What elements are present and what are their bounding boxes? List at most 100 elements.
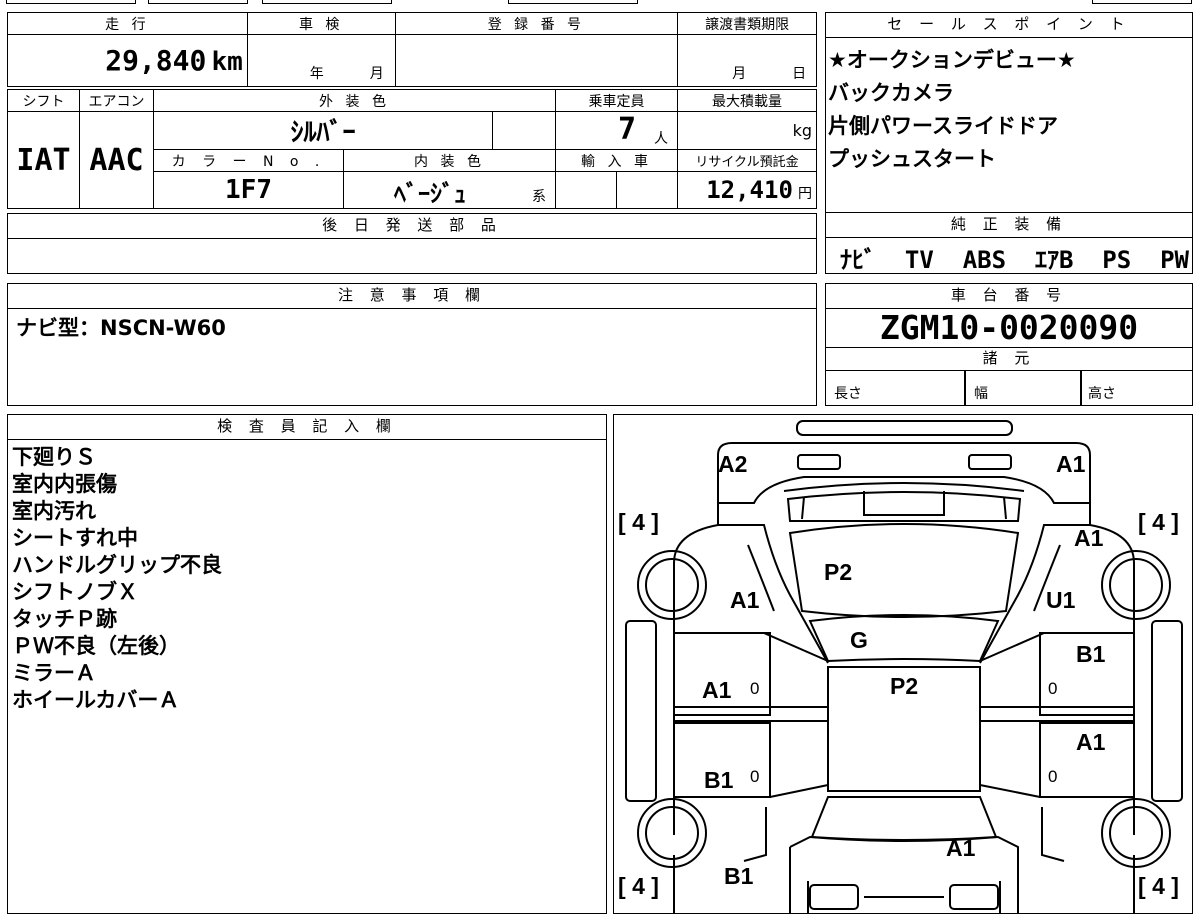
- tread-front-right: [ 4 ]: [1138, 509, 1179, 535]
- interior-color-suffix: 系: [532, 189, 546, 205]
- inspector-line: シートすれ中: [12, 526, 138, 550]
- car-outline-svg: [625, 420, 1183, 913]
- inspector-line: ＰＷ不良（左後）: [12, 634, 180, 658]
- sales-points-header: セ ー ル ス ポ イ ン ト: [826, 13, 1192, 38]
- max-load-header: 最大積載量: [677, 89, 817, 112]
- inspector-line: 下廻りＳ: [12, 445, 96, 469]
- sales-point-item: ★オークションデビュー★: [828, 48, 1076, 72]
- shift-cell: IAT: [7, 111, 80, 209]
- inspector-box: 検 査 員 記 入 欄 下廻りＳ 室内内張傷 室内汚れ シートすれ中 ハンドルグ…: [7, 414, 607, 914]
- inspection-year-unit: 年: [309, 66, 324, 82]
- mark-hood: P2: [824, 559, 853, 585]
- inspector-line: ホイールカバーＡ: [12, 688, 180, 712]
- vehicle-info-grid: 走 行 車 検 登 録 番 号 譲渡書類期限 29,840 km 年 月 月 日…: [7, 12, 817, 274]
- shift-value: IAT: [16, 142, 71, 178]
- inspection-cell: 年 月: [246, 34, 396, 87]
- mark-fender-left: A1: [730, 587, 760, 613]
- tread-rear-left: [ 4 ]: [618, 873, 659, 899]
- recycle-header: リサイクル預託金: [677, 149, 817, 172]
- mark-fender-right: U1: [1046, 587, 1076, 613]
- chassis-box: 車 台 番 号 ZGM10-0020090 諸 元 長さ 幅 高さ: [825, 283, 1193, 406]
- mark-rear-quarter-left: B1: [724, 863, 754, 889]
- sales-points-box: セ ー ル ス ポ イ ン ト ★オークションデビュー★ バックカメラ 片側パワ…: [825, 12, 1193, 213]
- genuine-equipment-box: 純 正 装 備 ﾅﾋﾞ TV ABS ｴｱB PS PW: [825, 212, 1193, 274]
- mark-front-door-right: B1: [1076, 641, 1106, 667]
- genuine-equipment-value: ﾅﾋﾞ TV ABS ｴｱB PS PW: [840, 246, 1189, 274]
- interior-color-cell: ﾍﾞｰｼﾞｭ 系: [343, 171, 556, 209]
- recycle-cell: 12,410 円: [677, 171, 817, 209]
- mileage-cell: 29,840 km: [7, 34, 248, 87]
- chassis-header: 車 台 番 号: [826, 284, 1192, 309]
- notes-text: ナビ型：NSCN-W60: [16, 316, 226, 340]
- spec-width: 幅: [974, 386, 988, 402]
- registration-header: 登 録 番 号: [394, 12, 679, 35]
- inspector-line: ミラーＡ: [12, 661, 96, 685]
- color-no-header: カ ラ ー N o .: [153, 149, 344, 172]
- genuine-equipment-header: 純 正 装 備: [826, 213, 1192, 238]
- later-parts-box: 後 日 発 送 部 品: [7, 213, 817, 274]
- mileage-value: 29,840: [105, 44, 207, 77]
- max-load-cell: kg: [677, 111, 817, 150]
- notes-header: 注 意 事 項 欄: [8, 284, 816, 309]
- mark-rear-door-left: B1: [704, 767, 734, 793]
- spec-header: 諸 元: [826, 348, 1192, 371]
- inspector-line: シフトノブＸ: [12, 580, 138, 604]
- deadline-day-unit: 日: [792, 66, 807, 82]
- capacity-cell: 7 人: [555, 111, 678, 150]
- mark-rear-door-right: A1: [1076, 729, 1106, 755]
- inspector-line: 室内汚れ: [12, 499, 96, 523]
- exterior-color-value: ｼﾙﾊﾞｰ: [290, 118, 356, 148]
- interior-color-value: ﾍﾞｰｼﾞｭ: [394, 180, 466, 208]
- exterior-color-extra: [492, 111, 556, 150]
- inspector-line: ハンドルグリップ不良: [12, 553, 222, 577]
- recycle-unit: 円: [798, 186, 812, 202]
- inspector-header: 検 査 員 記 入 欄: [8, 415, 606, 440]
- mark-fender-right-top: A1: [1074, 525, 1104, 551]
- mileage-header: 走 行: [7, 12, 248, 35]
- mark-front-door-left: A1: [702, 677, 732, 703]
- mark-windshield: G: [850, 627, 868, 653]
- inspection-header: 車 検: [246, 12, 396, 35]
- color-no-cell: 1F7: [153, 171, 344, 209]
- spec-height: 高さ: [1088, 386, 1116, 402]
- mark-front-left: A2: [718, 451, 748, 477]
- sales-point-item: プッシュスタート: [828, 147, 996, 171]
- spec-length: 長さ: [834, 386, 862, 402]
- zero-marker: 0: [1048, 767, 1058, 786]
- interior-color-header: 内 装 色: [343, 149, 556, 172]
- deadline-month-unit: 月: [732, 66, 747, 82]
- shift-header: シフト: [7, 89, 80, 112]
- zero-marker: 0: [750, 767, 760, 786]
- inspector-line: 室内内張傷: [12, 472, 117, 496]
- car-diagram-box: [ 4 ] [ 4 ] [ 4 ] [ 4 ] A2 A1 A1 P2 A1 U…: [613, 414, 1193, 914]
- mileage-unit: km: [211, 47, 243, 77]
- import-header: 輸 入 車: [555, 149, 678, 172]
- inspector-line: タッチＰ跡: [12, 607, 117, 631]
- mark-front-right: A1: [1056, 451, 1086, 477]
- zero-marker: 0: [750, 679, 760, 698]
- tread-front-left: [ 4 ]: [618, 509, 659, 535]
- sales-point-item: 片側パワースライドドア: [828, 114, 1058, 138]
- exterior-color-cell: ｼﾙﾊﾞｰ: [153, 111, 493, 150]
- registration-cell: [394, 34, 679, 87]
- notes-box: 注 意 事 項 欄 ナビ型：NSCN-W60: [7, 283, 817, 406]
- import-cell-b: [616, 171, 678, 209]
- deadline-cell: 月 日: [677, 34, 817, 87]
- top-strip: [0, 0, 1200, 6]
- color-no-value: 1F7: [225, 175, 272, 205]
- import-cell-a: [555, 171, 617, 209]
- tread-rear-right: [ 4 ]: [1138, 873, 1179, 899]
- aircon-cell: AAC: [79, 111, 154, 209]
- max-load-unit: kg: [792, 121, 812, 140]
- mark-back-door: A1: [946, 835, 976, 861]
- deadline-header: 譲渡書類期限: [677, 12, 817, 35]
- capacity-value: 7: [618, 112, 637, 147]
- recycle-value: 12,410: [706, 176, 793, 204]
- capacity-unit: 人: [654, 131, 668, 147]
- mark-roof: P2: [890, 673, 919, 699]
- capacity-header: 乗車定員: [555, 89, 678, 112]
- later-parts-header: 後 日 発 送 部 品: [8, 214, 816, 239]
- inspection-month-unit: 月: [369, 66, 384, 82]
- sales-point-item: バックカメラ: [828, 81, 954, 105]
- exterior-color-header: 外 装 色: [153, 89, 556, 112]
